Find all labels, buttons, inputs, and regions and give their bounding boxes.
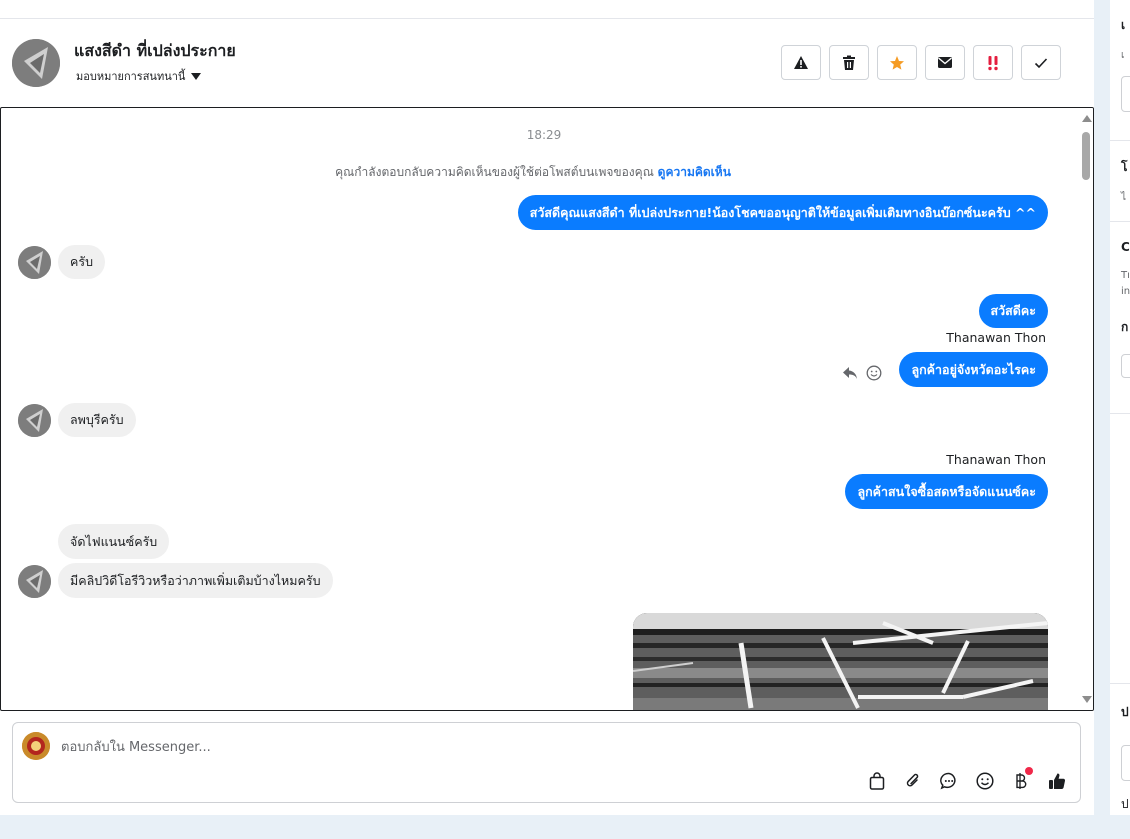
contact-name[interactable]: แสงสีดำ ที่เปล่งประกาย <box>74 39 236 64</box>
trash-icon <box>843 55 855 70</box>
shopping-bag-button[interactable] <box>866 770 888 792</box>
message-thread[interactable]: 18:29 คุณกำลังตอบกลับความคิดเห็นของผู้ใช… <box>0 107 1094 711</box>
like-button[interactable] <box>1046 770 1068 792</box>
details-heading-fragment: ป <box>1121 705 1129 719</box>
details-input-fragment[interactable] <box>1121 745 1130 781</box>
reply-input[interactable] <box>61 737 821 757</box>
reply-context-notice: คุณกำลังตอบกลับความคิดเห็นของผู้ใช้ต่อโพ… <box>1 163 1065 182</box>
composer-toolbar <box>866 767 1068 792</box>
paperclip-icon <box>906 773 919 787</box>
shopping-bag-icon <box>869 772 885 790</box>
notice-text: คุณกำลังตอบกลับความคิดเห็นของผู้ใช้ต่อโพ… <box>335 165 654 179</box>
emoji-button[interactable] <box>974 770 996 792</box>
details-heading-fragment: เ <box>1121 18 1126 32</box>
contact-details-panel: เ เ โ ไ C Tı in ก ป ป <box>1110 0 1130 815</box>
reply-icon[interactable] <box>842 366 858 380</box>
details-select-fragment[interactable] <box>1121 354 1130 378</box>
message-bubble-outgoing[interactable]: สวัสดีคะ <box>978 294 1048 328</box>
scroll-down-arrow[interactable] <box>1082 696 1092 703</box>
top-strip <box>0 0 1094 19</box>
spam-button[interactable] <box>781 45 821 80</box>
smiley-icon[interactable] <box>866 365 882 381</box>
message-bubble-outgoing[interactable]: ลูกค้าอยู่จังหวัดอะไรคะ <box>899 352 1048 387</box>
message-bubble-incoming[interactable]: ลพบุรีครับ <box>58 403 136 437</box>
conversation-actions <box>781 45 1061 80</box>
attach-button[interactable] <box>902 770 924 792</box>
message-bubble-incoming[interactable]: ครับ <box>58 245 106 279</box>
details-heading-fragment: โ <box>1121 160 1128 174</box>
warning-icon <box>794 55 808 69</box>
baht-icon <box>1016 773 1027 789</box>
attached-photo[interactable] <box>633 613 1048 710</box>
sender-name: Thanawan Thon <box>946 330 1046 345</box>
view-comment-link[interactable]: ดูความคิดเห็น <box>658 165 731 179</box>
message-timestamp: 18:29 <box>526 128 562 142</box>
details-divider <box>1110 140 1130 141</box>
star-button[interactable] <box>877 45 917 80</box>
page-avatar <box>22 732 50 760</box>
details-heading-fragment: C <box>1121 240 1130 254</box>
details-input-fragment[interactable] <box>1121 76 1130 112</box>
details-text-fragment: ป <box>1121 797 1129 811</box>
notification-dot <box>1025 767 1033 775</box>
message-bubble-incoming[interactable]: มีคลิปวิดีโอรีวิวหรือว่าภาพเพิ่มเติมบ้าง… <box>58 563 333 598</box>
payment-button[interactable] <box>1010 767 1033 792</box>
conversation-header: แสงสีดำ ที่เปล่งประกาย มอบหมายการสนทนานี… <box>0 19 1094 107</box>
details-divider <box>1110 221 1130 222</box>
saved-replies-button[interactable] <box>938 770 960 792</box>
follow-up-button[interactable] <box>973 45 1013 80</box>
contact-avatar-small <box>18 246 51 279</box>
contact-avatar-small <box>18 565 51 598</box>
chat-bubble-icon <box>940 772 956 790</box>
details-text-fragment: Tı <box>1121 270 1130 281</box>
message-bubble-outgoing[interactable]: สวัสดีคุณแสงสีดำ ที่เปล่งประกาย!น้องโชคข… <box>517 195 1048 230</box>
contact-avatar-small <box>18 404 51 437</box>
mark-unread-button[interactable] <box>925 45 965 80</box>
details-text-fragment: เ <box>1121 50 1125 61</box>
thread-scrollbar[interactable] <box>1079 108 1093 710</box>
smiley-icon <box>976 772 994 790</box>
sender-name: Thanawan Thon <box>946 452 1046 467</box>
contact-avatar[interactable] <box>12 39 60 87</box>
assign-label: มอบหมายการสนทนานี้ <box>76 70 186 83</box>
delete-button[interactable] <box>829 45 869 80</box>
details-text-fragment: ไ <box>1121 192 1127 203</box>
check-icon <box>1034 57 1048 68</box>
scroll-up-arrow[interactable] <box>1082 115 1092 122</box>
done-button[interactable] <box>1021 45 1061 80</box>
details-heading-fragment: ก <box>1121 320 1129 334</box>
details-text-fragment: in <box>1121 286 1130 297</box>
details-divider <box>1110 413 1130 414</box>
message-hover-tools <box>842 365 882 381</box>
message-bubble-incoming[interactable]: จัดไฟแนนซ์ครับ <box>58 524 170 559</box>
double-exclamation-icon <box>988 55 998 70</box>
star-icon <box>890 55 904 70</box>
scroll-thumb[interactable] <box>1082 132 1090 180</box>
reply-composer <box>12 722 1081 803</box>
thumbs-up-icon <box>1049 773 1066 789</box>
envelope-icon <box>938 57 952 68</box>
caret-down-icon <box>191 72 202 80</box>
conversation-panel: แสงสีดำ ที่เปล่งประกาย มอบหมายการสนทนานี… <box>0 0 1094 815</box>
message-bubble-outgoing[interactable]: ลูกค้าสนใจซื้อสดหรือจัดแนนซ์คะ <box>845 474 1048 509</box>
assign-conversation-dropdown[interactable]: มอบหมายการสนทนานี้ <box>76 67 202 85</box>
details-divider <box>1110 683 1130 684</box>
